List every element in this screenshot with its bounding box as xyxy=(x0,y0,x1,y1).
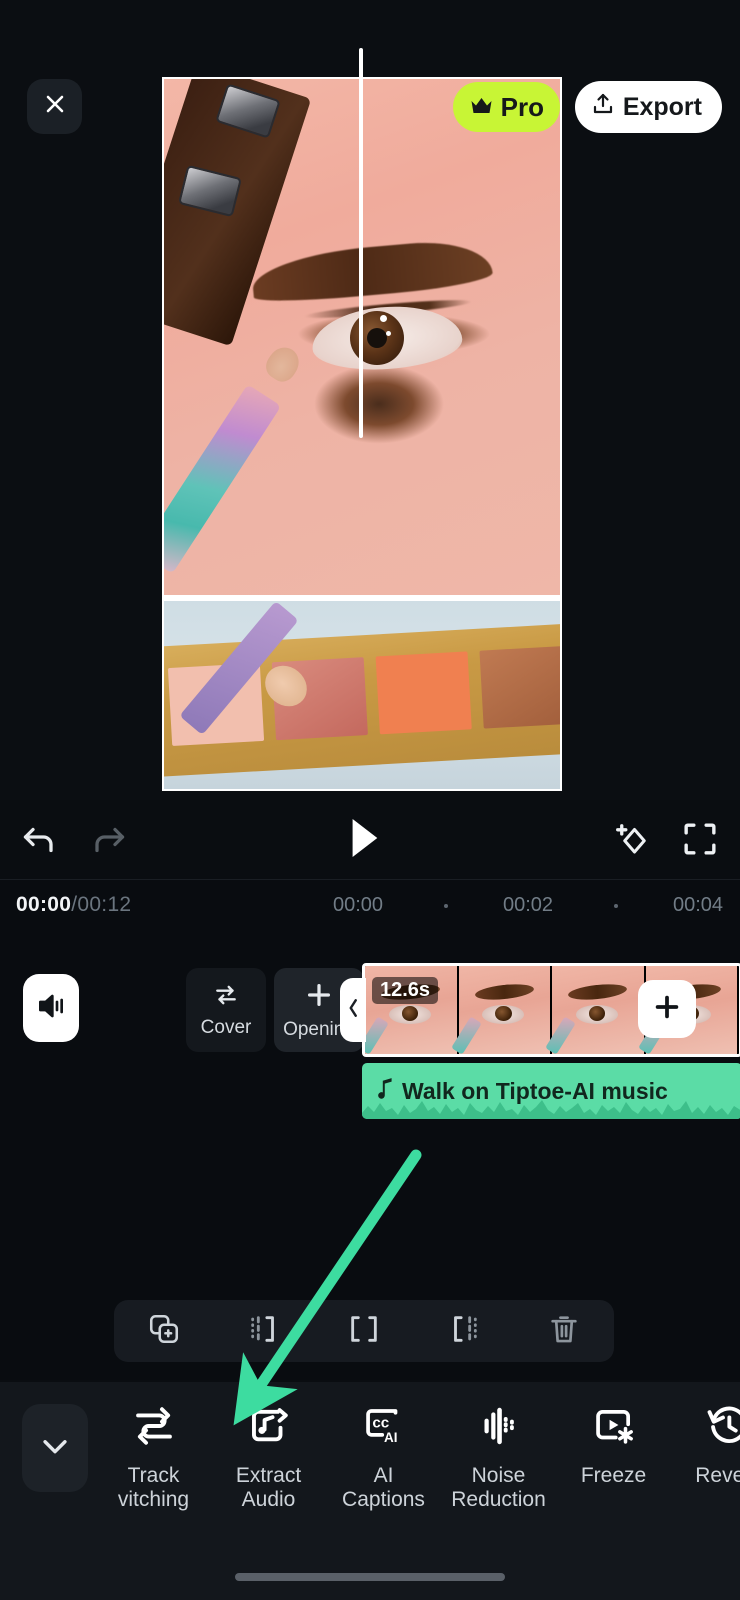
tool-noise-reduction[interactable]: Noise Reduction xyxy=(441,1400,556,1550)
freeze-frame-icon xyxy=(591,1400,637,1452)
noise-reduction-icon xyxy=(476,1400,522,1452)
tool-reverse[interactable]: Revers xyxy=(671,1400,740,1550)
bottom-toolbar: Track vitching Extract Audio cc AI AI Ca… xyxy=(0,1382,740,1600)
time-indicator: 00:00/00:12 xyxy=(16,893,131,917)
clip-thumbnail xyxy=(545,966,646,1054)
svg-text:cc: cc xyxy=(372,1414,389,1431)
eye-glint-1 xyxy=(380,315,387,322)
clip-thumbnail xyxy=(451,966,552,1054)
makeup-brush-tip xyxy=(261,341,305,387)
palette-pan-3 xyxy=(375,651,472,735)
undo-button[interactable] xyxy=(18,819,60,866)
crown-icon xyxy=(469,92,494,123)
tool-extract-audio[interactable]: Extract Audio xyxy=(211,1400,326,1550)
volume-button[interactable] xyxy=(23,974,79,1042)
upload-icon xyxy=(591,92,615,123)
total-time: /00:12 xyxy=(71,893,132,916)
extract-audio-icon xyxy=(246,1400,292,1452)
ruler-dot-1 xyxy=(614,904,618,908)
swap-arrows-icon xyxy=(213,982,239,1013)
clip-edit-toolbar[interactable] xyxy=(114,1300,614,1362)
redo-arrow-icon xyxy=(88,819,130,866)
undo-arrow-icon xyxy=(18,819,60,866)
toolbar-items: Track vitching Extract Audio cc AI AI Ca… xyxy=(96,1400,740,1550)
chevron-down-icon xyxy=(38,1429,72,1468)
ruler-tick-2: 00:04 xyxy=(673,894,724,916)
play-triangle-icon xyxy=(345,815,383,866)
clip-duration-badge: 12.6s xyxy=(372,977,439,1004)
ruler-tick-0: 00:00 xyxy=(333,894,384,916)
redo-button[interactable] xyxy=(88,819,130,866)
tool-ai-captions[interactable]: cc AI AI Captions xyxy=(326,1400,441,1550)
ruler-dot-0 xyxy=(444,904,448,908)
export-label: Export xyxy=(622,92,702,121)
audio-track-name: Walk on Tiptoe-AI music xyxy=(402,1077,668,1104)
trim-right-bracket-icon[interactable] xyxy=(447,1312,481,1351)
video-editor-screen: Pro Export 00:00/00:12 00:00 00:02 00:04… xyxy=(0,0,740,1600)
player-controls xyxy=(0,805,740,877)
svg-text:AI: AI xyxy=(384,1430,397,1445)
close-x-icon xyxy=(43,92,67,121)
cover-label: Cover xyxy=(200,1016,252,1038)
preview-area: Pro Export xyxy=(0,0,740,800)
tool-freeze[interactable]: Freeze xyxy=(556,1400,671,1550)
chevron-left-icon xyxy=(346,997,361,1024)
timeline-ruler[interactable]: 00:00/00:12 00:00 00:02 00:04 xyxy=(0,880,740,928)
add-clip-button[interactable] xyxy=(638,980,696,1038)
trim-left-bracket-icon[interactable] xyxy=(247,1312,281,1351)
makeup-brush-handle xyxy=(164,384,282,574)
cover-button[interactable]: Cover xyxy=(186,968,266,1052)
pro-label: Pro xyxy=(500,91,544,122)
home-indicator xyxy=(235,1573,505,1581)
reverse-clock-icon xyxy=(706,1400,740,1452)
add-keyframe-button[interactable] xyxy=(612,819,654,866)
add-keyframe-diamond-icon xyxy=(612,819,654,866)
preview-image-bottom xyxy=(164,601,560,789)
fullscreen-button[interactable] xyxy=(680,819,720,864)
track-switching-icon xyxy=(131,1400,177,1452)
toolbar-collapse-button[interactable] xyxy=(22,1404,88,1492)
tool-label: Track vitching xyxy=(117,1464,190,1512)
pupil xyxy=(367,328,387,348)
music-note-icon xyxy=(376,1077,394,1105)
tool-label: Revers xyxy=(695,1464,740,1487)
timeline-playhead[interactable] xyxy=(359,48,363,438)
current-time: 00:00 xyxy=(16,893,72,916)
tool-label: Freeze xyxy=(580,1464,647,1487)
fullscreen-expand-icon xyxy=(680,819,720,864)
tool-track-switching[interactable]: Track vitching xyxy=(96,1400,211,1550)
play-button[interactable] xyxy=(345,815,383,866)
tool-label: Noise Reduction xyxy=(451,1464,546,1512)
close-button[interactable] xyxy=(27,79,82,134)
eyebrow xyxy=(250,236,494,306)
pro-badge[interactable]: Pro xyxy=(452,82,560,132)
ai-captions-icon: cc AI xyxy=(361,1400,407,1452)
plus-icon xyxy=(304,980,334,1015)
audio-clip-track[interactable]: Walk on Tiptoe-AI music xyxy=(362,1063,740,1119)
export-button[interactable]: Export xyxy=(574,81,722,133)
timeline-collapse-tab[interactable] xyxy=(340,978,366,1042)
tool-label: Extract Audio xyxy=(235,1464,302,1512)
palette-pan-4 xyxy=(479,645,560,729)
eye-glint-2 xyxy=(386,331,391,336)
copy-plus-icon[interactable] xyxy=(147,1312,181,1351)
audio-track-label-group: Walk on Tiptoe-AI music xyxy=(376,1077,668,1105)
plus-icon xyxy=(652,992,682,1027)
trash-can-icon[interactable] xyxy=(547,1312,581,1351)
volume-speaker-icon xyxy=(35,990,67,1027)
split-brackets-icon[interactable] xyxy=(347,1312,381,1351)
ruler-tick-1: 00:02 xyxy=(503,894,554,916)
tool-label: AI Captions xyxy=(342,1464,425,1512)
